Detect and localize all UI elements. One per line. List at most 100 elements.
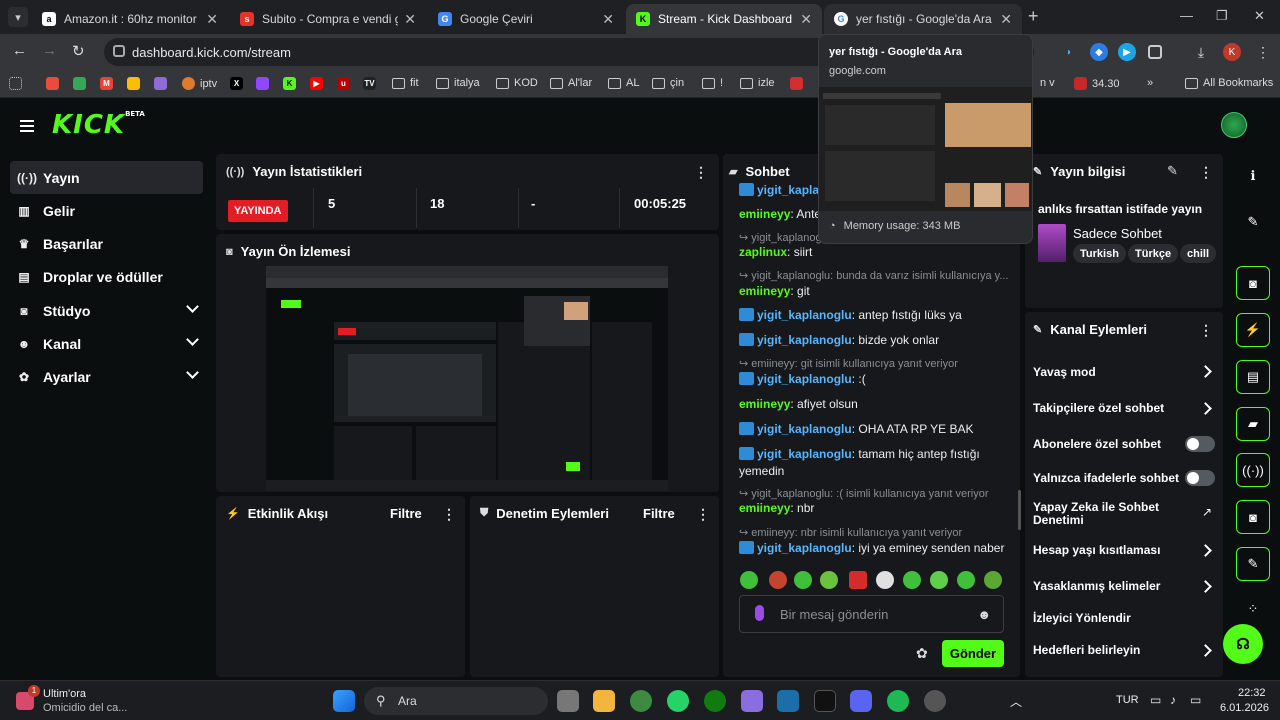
bookmark-maps[interactable]: [73, 77, 91, 90]
download-icon[interactable]: ⤓: [1192, 43, 1210, 61]
action-account-age[interactable]: Hesap yaşı kısıtlaması: [1033, 544, 1160, 557]
bookmark-folder-allar[interactable]: Al'lar: [550, 77, 592, 89]
tray-chevron-icon[interactable]: ︿: [1010, 693, 1022, 710]
stream-tag[interactable]: Turkish: [1073, 244, 1126, 263]
reload-icon[interactable]: ↻: [72, 42, 85, 60]
extensions-puzzle-icon[interactable]: [1148, 45, 1162, 59]
lightning-rail-icon[interactable]: ⚡: [1236, 313, 1270, 347]
bookmark-folder-italya[interactable]: italya: [436, 77, 480, 89]
bookmark-folder-cin[interactable]: çin: [652, 77, 684, 89]
external-link-icon[interactable]: ↗: [1202, 505, 1212, 519]
document-rail-icon[interactable]: ▤: [1236, 360, 1270, 394]
obs-icon[interactable]: [924, 690, 946, 712]
emote-icon[interactable]: [820, 571, 838, 589]
task-view-icon[interactable]: [557, 690, 579, 712]
emote-icon[interactable]: [740, 571, 758, 589]
all-bookmarks-button[interactable]: All Bookmarks: [1185, 77, 1273, 89]
tab-search-button[interactable]: ▾: [8, 7, 28, 27]
panel-menu-kebab-icon[interactable]: ⋮: [696, 506, 710, 523]
action-followers-only[interactable]: Takipçilere özel sohbet: [1033, 402, 1164, 415]
layout-dots-icon[interactable]: ⁘: [1236, 592, 1270, 626]
action-slow-mode[interactable]: Yavaş mod: [1033, 366, 1096, 379]
input-language[interactable]: TUR: [1116, 694, 1139, 706]
send-button[interactable]: Gönder: [942, 640, 1004, 667]
action-ai-moderation[interactable]: Yapay Zeka ile Sohbet Denetimi: [1033, 501, 1183, 527]
news-widget-subtitle[interactable]: Omicidio del ca...: [43, 702, 127, 714]
stream-tag[interactable]: Türkçe: [1128, 244, 1179, 263]
support-headset-button[interactable]: ☊: [1223, 624, 1263, 664]
volume-icon[interactable]: ♪: [1170, 693, 1176, 707]
bookmark-iptv[interactable]: iptv: [182, 77, 217, 90]
bookmark-folder-fit[interactable]: fit: [392, 77, 419, 89]
studio-rail-icon[interactable]: ◙: [1236, 500, 1270, 534]
subscribers-only-toggle[interactable]: [1185, 436, 1215, 452]
stream-preview-video[interactable]: [266, 266, 668, 491]
action-banned-words[interactable]: Yasaklanmış kelimeler: [1033, 580, 1160, 593]
panel-menu-kebab-icon[interactable]: ⋮: [442, 506, 456, 523]
tab-subito[interactable]: s Subito - Compra e vendi gratis ✕: [230, 4, 426, 34]
bookmark-gmail[interactable]: M: [100, 77, 118, 90]
bookmark-folder-excl[interactable]: !: [702, 77, 723, 89]
battery-icon[interactable]: ▭: [1190, 693, 1201, 707]
info-icon[interactable]: ℹ: [1236, 159, 1270, 193]
discord-icon[interactable]: [850, 690, 872, 712]
sidebar-item-droplar[interactable]: ▤ Droplar ve ödüller: [10, 260, 203, 293]
clock-date[interactable]: 6.01.2026: [1220, 702, 1269, 714]
chrome-icon[interactable]: [630, 690, 652, 712]
bookmark-photos[interactable]: [127, 77, 145, 90]
emotes-only-toggle[interactable]: [1185, 470, 1215, 486]
chat-message-input[interactable]: Bir mesaj gönderin ☻: [739, 595, 1004, 633]
close-tab-icon[interactable]: ✕: [1000, 11, 1012, 28]
extension-icon[interactable]: ◆: [1090, 43, 1108, 61]
microphone-icon[interactable]: [755, 605, 764, 621]
hamburger-menu-icon[interactable]: [20, 120, 34, 132]
broadcast-rail-icon[interactable]: ((·)): [1236, 453, 1270, 487]
action-raid[interactable]: İzleyici Yönlendir: [1033, 612, 1131, 625]
bookmark-youtube[interactable]: ▶: [310, 77, 328, 90]
emote-icon[interactable]: [769, 571, 787, 589]
extension-audio-icon[interactable]: ◗: [1060, 43, 1078, 61]
tab-google-search[interactable]: G yer fıstığı - Google'da Ara ✕: [824, 4, 1022, 34]
action-emotes-only[interactable]: Yalnızca ifadelerle sohbet: [1033, 472, 1179, 485]
news-widget-title[interactable]: Ultim'ora: [43, 688, 86, 700]
sidebar-item-kanal[interactable]: ☻ Kanal: [10, 327, 203, 360]
maximize-button[interactable]: ❐: [1216, 8, 1228, 24]
stream-category[interactable]: Sadece Sohbet: [1073, 226, 1162, 241]
xbox-icon[interactable]: [704, 690, 726, 712]
bookmark-folder-kod[interactable]: KOD: [496, 77, 538, 89]
tab-amazon[interactable]: a Amazon.it : 60hz monitor ✕: [32, 4, 228, 34]
emote-icon[interactable]: [957, 571, 975, 589]
tab-translate[interactable]: G Google Çeviri ✕: [428, 4, 624, 34]
chat-rail-icon[interactable]: ▰: [1236, 407, 1270, 441]
network-icon[interactable]: ▭: [1150, 693, 1161, 707]
chat-settings-gear-icon[interactable]: ✿: [916, 645, 928, 662]
action-subscribers-only[interactable]: Abonelere özel sohbet: [1033, 438, 1161, 451]
back-arrow-icon[interactable]: ←: [12, 42, 27, 59]
sidebar-item-basarilar[interactable]: ♛ Başarılar: [10, 227, 203, 260]
edit-pencil-icon[interactable]: ✎: [1236, 205, 1270, 239]
filter-button[interactable]: Filtre: [390, 506, 422, 521]
steam-icon[interactable]: [777, 690, 799, 712]
bookmark-pdf[interactable]: [790, 77, 808, 90]
emote-icon[interactable]: [903, 571, 921, 589]
panel-menu-kebab-icon[interactable]: ⋮: [694, 164, 708, 181]
sidebar-item-ayarlar[interactable]: ✿ Ayarlar: [10, 360, 203, 393]
emoji-picker-icon[interactable]: ☻: [977, 607, 991, 622]
more-bookmarks-chevron-icon[interactable]: »: [1147, 77, 1153, 89]
taskbar-search-box[interactable]: ⚲ Ara: [364, 687, 548, 715]
minimize-button[interactable]: —: [1180, 8, 1193, 23]
action-set-goals[interactable]: Hedefleri belirleyin: [1033, 644, 1140, 657]
panel-menu-kebab-icon[interactable]: ⋮: [1199, 164, 1213, 181]
emote-icon[interactable]: [930, 571, 948, 589]
close-window-button[interactable]: ✕: [1254, 8, 1265, 24]
chat-scrollbar[interactable]: [1018, 490, 1021, 530]
close-tab-icon[interactable]: ✕: [404, 11, 416, 28]
profile-avatar[interactable]: K: [1223, 43, 1241, 61]
bookmark-gemini[interactable]: [154, 77, 172, 90]
close-tab-icon[interactable]: ✕: [800, 11, 812, 28]
emote-icon[interactable]: [984, 571, 1002, 589]
epic-games-icon[interactable]: [814, 690, 836, 712]
extension-play-icon[interactable]: ▶: [1118, 43, 1136, 61]
file-explorer-icon[interactable]: [593, 690, 615, 712]
kick-logo[interactable]: KICKBETA: [52, 110, 145, 140]
